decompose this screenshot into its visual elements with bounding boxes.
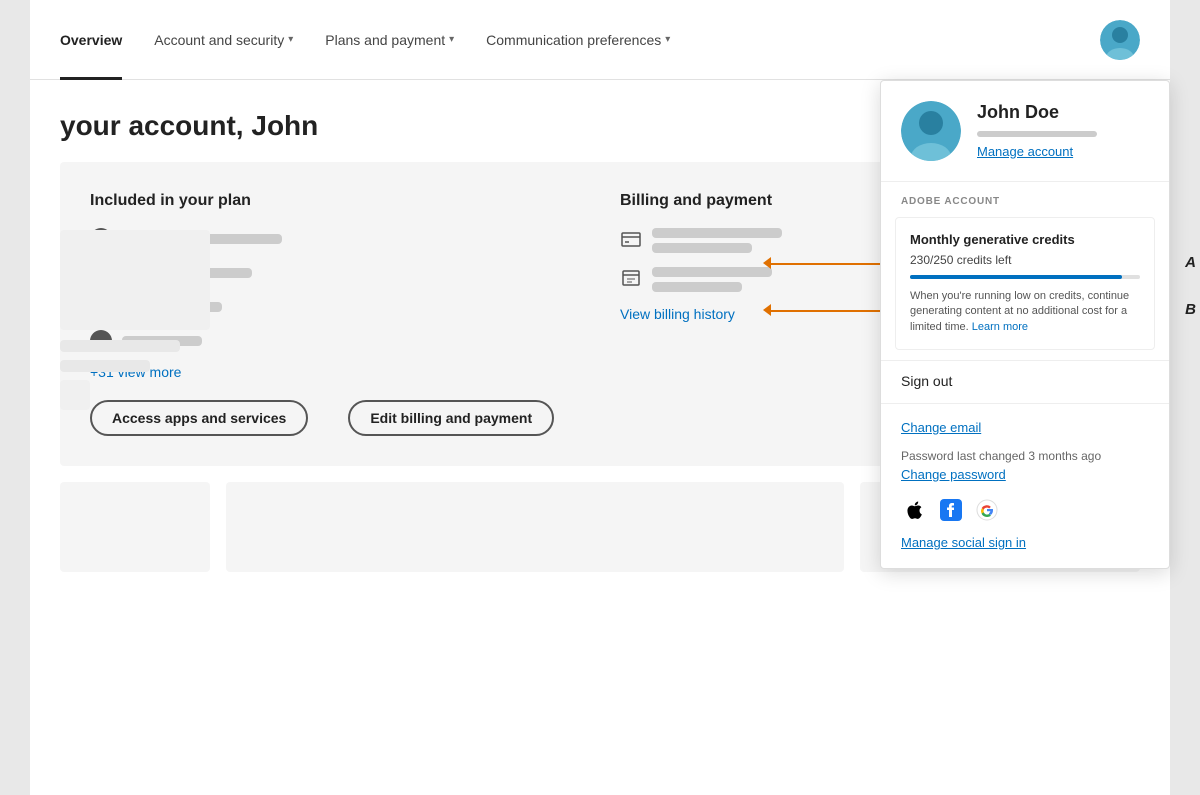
credits-bar-track	[910, 275, 1140, 279]
nav-overview[interactable]: Overview	[60, 0, 138, 80]
dropdown-signout-section: Sign out	[881, 360, 1169, 403]
change-email-link[interactable]: Change email	[901, 420, 1149, 435]
bottom-card-1	[60, 482, 210, 572]
billing-text-line-2	[652, 243, 752, 253]
manage-account-link[interactable]: Manage account	[977, 144, 1073, 159]
credits-bar-fill	[910, 275, 1122, 279]
password-info: Password last changed 3 months ago	[901, 449, 1149, 463]
left-skel-circle	[60, 380, 90, 410]
left-skel-block-1	[60, 230, 210, 330]
nav-plans-payment-label: Plans and payment	[325, 32, 445, 48]
adobe-account-label: ADOBE ACCOUNT	[881, 182, 1169, 213]
dropdown-panel: John Doe Manage account ADOBE ACCOUNT Mo…	[880, 80, 1170, 569]
left-skeleton	[60, 230, 210, 418]
dropdown-user-info: John Doe Manage account	[977, 102, 1149, 161]
credits-learn-more-link[interactable]: Learn more	[972, 321, 1028, 333]
dropdown-avatar	[901, 101, 961, 161]
nav-overview-label: Overview	[60, 32, 122, 48]
billing-lines-1	[652, 228, 782, 253]
dropdown-username-bar	[977, 131, 1097, 137]
nav-comm-prefs[interactable]: Communication preferences ▾	[470, 0, 686, 80]
billing-text-line-4	[652, 282, 742, 292]
plans-payment-chevron-icon: ▾	[449, 34, 454, 45]
credits-note: When you're running low on credits, cont…	[910, 289, 1140, 335]
nav-plans-payment[interactable]: Plans and payment ▾	[309, 0, 470, 80]
main-wrapper: Overview Account and security ▾ Plans an…	[0, 0, 1200, 795]
change-password-link[interactable]: Change password	[901, 467, 1149, 482]
apple-icon	[901, 496, 929, 524]
comm-prefs-chevron-icon: ▾	[665, 34, 670, 45]
credits-box: Monthly generative credits 230/250 credi…	[895, 217, 1155, 350]
account-security-chevron-icon: ▾	[288, 34, 293, 45]
google-icon	[973, 496, 1001, 524]
billing-icon-1	[620, 228, 642, 250]
credits-title: Monthly generative credits	[910, 232, 1140, 247]
dropdown-credentials-section: Change email Password last changed 3 mon…	[881, 403, 1169, 568]
annotation-a-label: A	[1185, 254, 1196, 271]
dropdown-adobe-section: ADOBE ACCOUNT Monthly generative credits…	[881, 182, 1169, 350]
annotation-b-label: B	[1185, 301, 1196, 318]
billing-text-line-3	[652, 267, 772, 277]
left-skel-line-2	[60, 360, 150, 372]
dropdown-username: John Doe	[977, 102, 1149, 123]
billing-lines-2	[652, 267, 772, 292]
nav-account-security-label: Account and security	[154, 32, 284, 48]
edit-billing-button[interactable]: Edit billing and payment	[348, 400, 554, 436]
user-avatar[interactable]	[1100, 20, 1140, 60]
billing-icon-2	[620, 267, 642, 289]
facebook-icon	[937, 496, 965, 524]
nav-account-security[interactable]: Account and security ▾	[138, 0, 309, 80]
credits-count: 230/250 credits left	[910, 253, 1140, 267]
included-plan-title: Included in your plan	[90, 192, 580, 210]
billing-text-line-1	[652, 228, 782, 238]
signout-button[interactable]: Sign out	[901, 373, 952, 389]
left-skel-line-1	[60, 340, 180, 352]
bottom-card-2	[226, 482, 844, 572]
social-icons	[901, 496, 1149, 524]
manage-social-link[interactable]: Manage social sign in	[901, 535, 1026, 550]
nav-comm-prefs-label: Communication preferences	[486, 32, 661, 48]
top-nav: Overview Account and security ▾ Plans an…	[30, 0, 1170, 80]
dropdown-user-section: John Doe Manage account	[881, 81, 1169, 182]
